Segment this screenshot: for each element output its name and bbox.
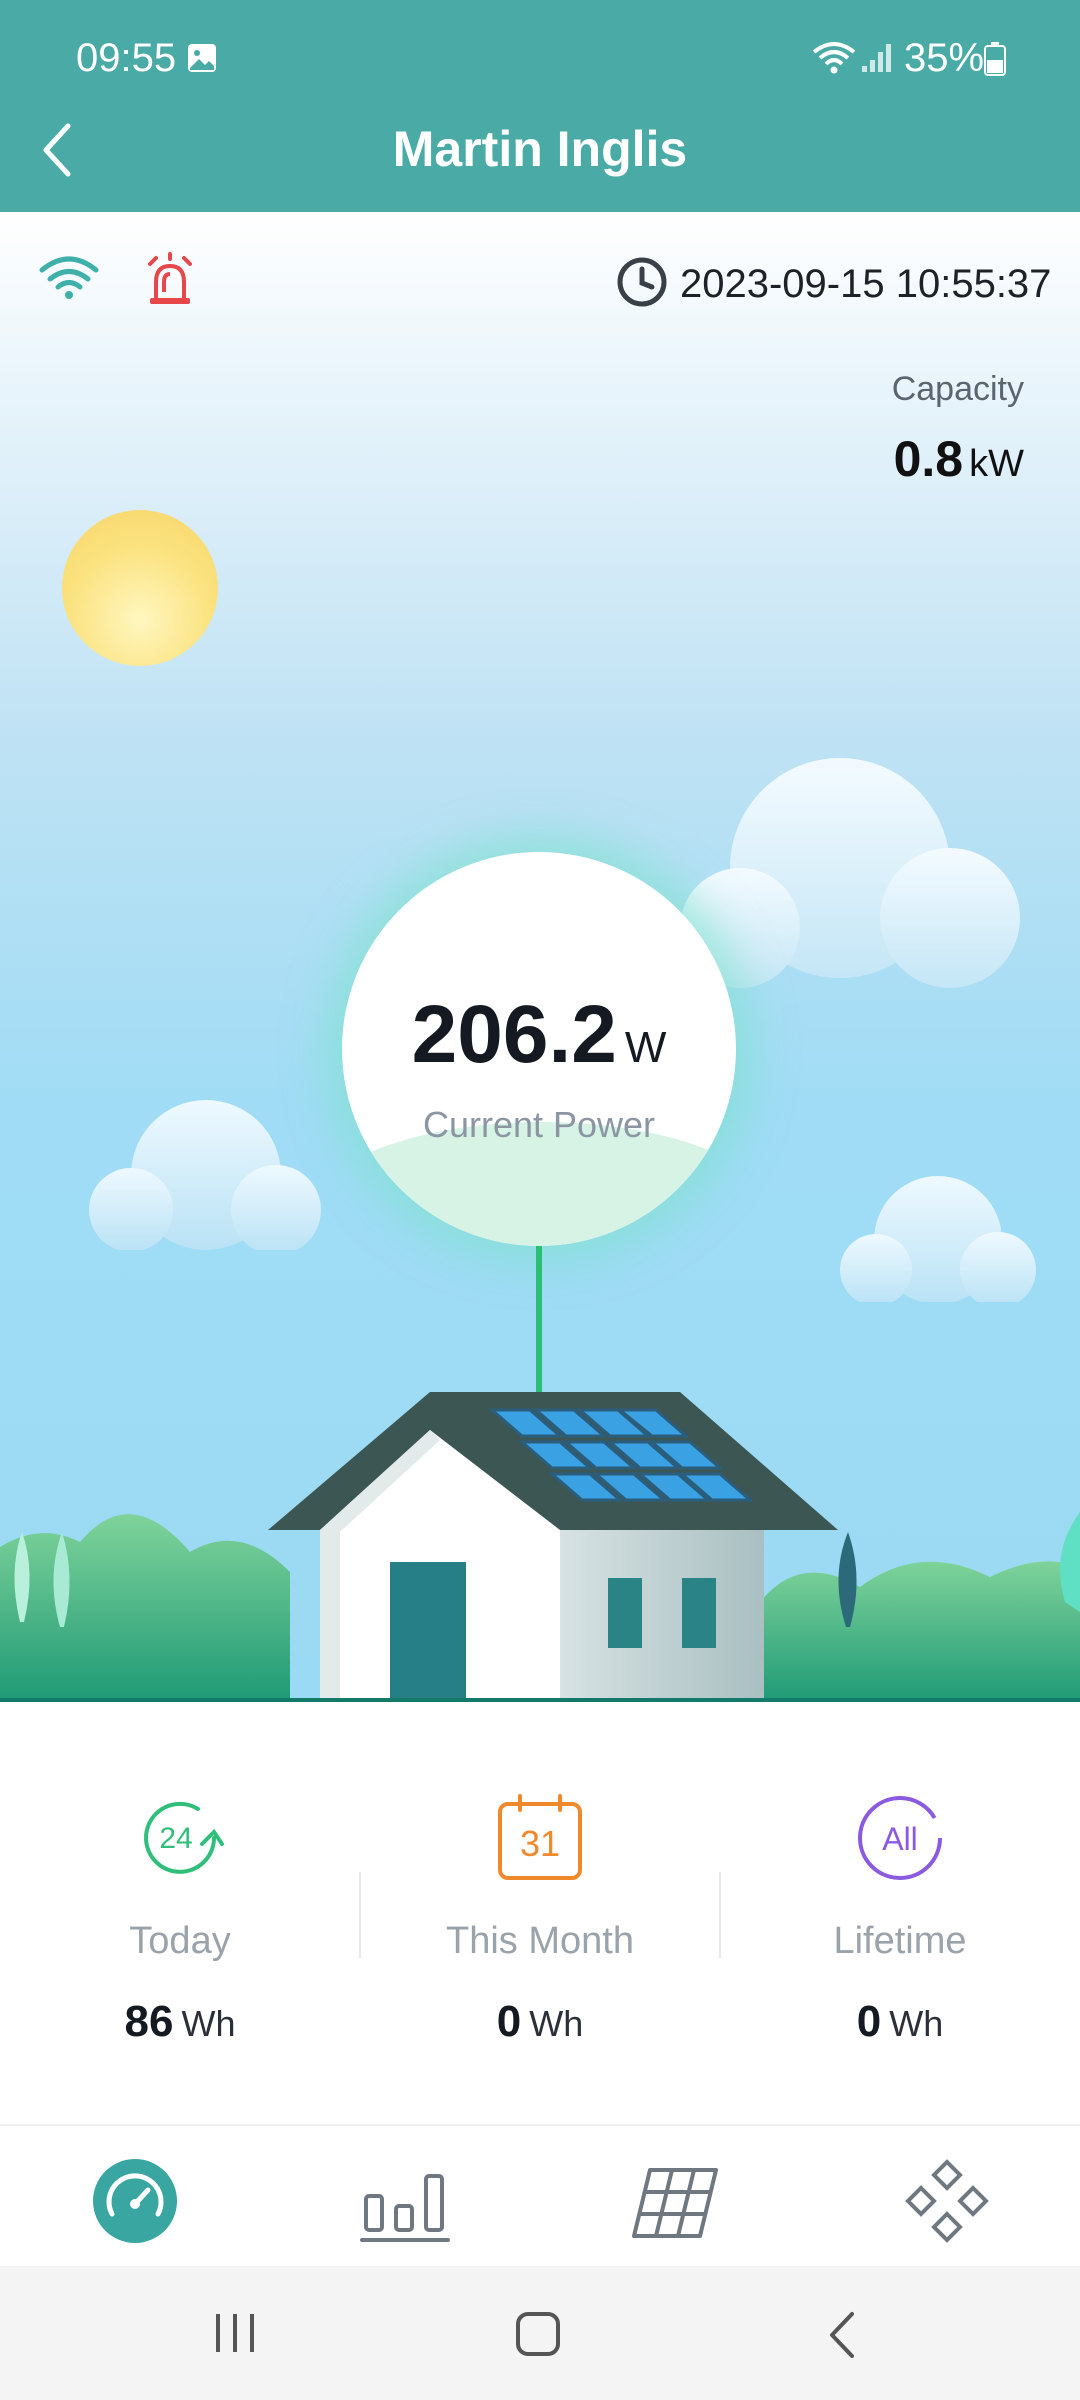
wifi-status-icon xyxy=(812,40,856,79)
capacity-label: Capacity xyxy=(891,370,1024,408)
capacity-number: 0.8 xyxy=(893,431,964,487)
battery-icon xyxy=(984,42,1006,81)
this-month-number: 0 xyxy=(496,1997,522,2046)
current-power-gauge: 206.2 W Current Power xyxy=(342,852,736,1246)
current-power-value: 206.2 W xyxy=(342,988,736,1082)
battery-percent: 35% xyxy=(904,36,985,80)
lifetime-icon-text: All xyxy=(882,1821,918,1857)
status-time: 09:55 xyxy=(76,36,177,80)
house-illustration xyxy=(0,1392,1080,1702)
stat-this-month[interactable]: 31 This Month 0 Wh xyxy=(360,1792,720,2047)
nav-devices[interactable] xyxy=(902,2156,992,2246)
signal-icon xyxy=(860,40,896,79)
lifetime-all-icon: All xyxy=(858,1796,942,1880)
today-unit: Wh xyxy=(181,2003,236,2044)
lifetime-value: 0 Wh xyxy=(720,1997,1080,2047)
current-power-label: Current Power xyxy=(422,1104,656,1145)
nav-dashboard[interactable] xyxy=(90,2156,180,2246)
sun-illustration xyxy=(62,510,218,666)
stat-lifetime[interactable]: All Lifetime 0 Wh xyxy=(720,1792,1080,2047)
month-icon-text: 31 xyxy=(520,1823,560,1864)
bottom-navigation xyxy=(0,2124,1080,2266)
system-back-button[interactable] xyxy=(822,2310,862,2365)
this-month-value: 0 Wh xyxy=(360,1997,720,2047)
today-icon-text: 24 xyxy=(159,1822,192,1855)
home-icon xyxy=(516,2312,560,2356)
nav-panels[interactable] xyxy=(630,2156,720,2246)
bar-chart-icon xyxy=(360,2174,450,2242)
lifetime-unit: Wh xyxy=(889,2003,944,2044)
lifetime-label: Lifetime xyxy=(833,1920,967,1962)
today-value: 86 Wh xyxy=(0,1997,360,2047)
this-month-label: This Month xyxy=(446,1920,634,1962)
gallery-notification-icon xyxy=(186,42,218,79)
page-title: Martin Inglis xyxy=(392,121,688,177)
capacity-value: 0.8 kW xyxy=(894,430,1024,488)
recent-apps-icon xyxy=(216,2314,254,2352)
energy-stats: 24 Today 86 Wh 31 This Month 0 Wh All Life… xyxy=(0,1702,1080,2122)
solar-panel-icon xyxy=(632,2168,718,2238)
today-24h-icon: 24 xyxy=(144,1801,224,1874)
capacity-unit: kW xyxy=(969,443,1024,485)
power-scene: 2023-09-15 10:55:37 Capacity 0.8 kW 206.2… xyxy=(0,212,1080,1702)
cloud-illustration xyxy=(89,1100,321,1250)
last-update-timestamp: 2023-09-15 10:55:37 xyxy=(680,262,1052,306)
back-arrow-icon xyxy=(830,2312,854,2358)
stat-today[interactable]: 24 Today 86 Wh xyxy=(0,1792,360,2047)
devices-icon xyxy=(905,2159,989,2243)
cloud-illustration xyxy=(840,1176,1036,1302)
clock-icon xyxy=(616,256,668,313)
nav-statistics[interactable] xyxy=(360,2156,450,2246)
today-number: 86 xyxy=(124,1997,174,2046)
this-month-unit: Wh xyxy=(529,2003,584,2044)
today-label: Today xyxy=(129,1920,231,1962)
wifi-connection-icon[interactable] xyxy=(38,254,100,307)
power-unit: W xyxy=(624,1023,667,1072)
gauge-icon xyxy=(93,2159,177,2243)
lifetime-number: 0 xyxy=(856,1997,882,2046)
cloud-illustration xyxy=(680,758,1020,988)
recent-apps-button[interactable] xyxy=(210,2310,260,2361)
home-button[interactable] xyxy=(514,2310,564,2365)
power-number: 206.2 xyxy=(411,989,617,1080)
alarm-icon[interactable] xyxy=(144,252,196,313)
app-header: 09:55 35% Martin Inglis xyxy=(0,0,1080,212)
calendar-icon: 31 xyxy=(498,1794,582,1880)
system-navigation-bar xyxy=(0,2266,1080,2400)
